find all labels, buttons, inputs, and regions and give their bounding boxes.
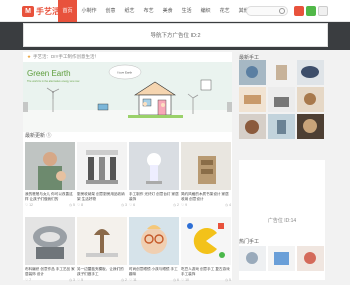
post-meta: ♡ 8 ◷ 3 (77, 203, 127, 207)
sidebar-thumbnail[interactable] (297, 114, 324, 139)
post-card[interactable]: 时尚创意眼镜 小孩与眼镜 手工趣味 ♡ 11 ◷ 6 (129, 217, 179, 285)
post-card[interactable]: 厨房收纳架 创意厨房用品收纳架 生活好物 ♡ 8 ◷ 3 (77, 142, 127, 210)
sidebar-thumbnail[interactable] (239, 60, 266, 85)
post-time: ◷ 3 (121, 203, 127, 207)
banner-illustration: Green Earth The world is in the alternat… (23, 62, 232, 132)
post-meta: ♡ 10 ◷ 5 (181, 278, 231, 282)
sidebar-thumbnail[interactable] (297, 246, 324, 271)
nav-home[interactable]: 首页 (58, 0, 78, 22)
search-input[interactable] (246, 6, 288, 16)
post-likes: ♡ 6 (129, 203, 136, 207)
post-time: ◷ 5 (69, 203, 75, 207)
banner-prev-button[interactable] (23, 102, 28, 112)
post-title[interactable]: 简约风格的木质书架设计 家居收纳 创意设计 (181, 192, 231, 201)
nav-item[interactable]: 花艺 (215, 0, 234, 22)
banner-slider[interactable]: Green Earth The world is in the alternat… (23, 62, 232, 132)
post-time: ◷ 3 (69, 278, 75, 282)
sidebar-thumbnail[interactable] (297, 87, 324, 112)
search-icon[interactable] (279, 8, 285, 14)
post-meta: ♡ 9 ◷ 4 (181, 203, 231, 207)
post-card[interactable]: 吃豆人游戏 创意手工 复古游戏 手工装饰 ♡ 10 ◷ 5 (181, 217, 231, 285)
post-title[interactable]: 另一边蘑菇夹模板，让我们的孩子们做手工 (77, 267, 127, 276)
sidebar-thumbnail[interactable] (239, 87, 266, 112)
nav-item[interactable]: 纸艺 (120, 0, 139, 22)
sidebar-thumbnail[interactable] (268, 246, 295, 271)
post-title[interactable]: 我的爸爸与女儿 你可以改善这样 让孩子们做我们的 (25, 192, 75, 201)
star-icon: ★ (27, 54, 32, 59)
post-time: ◷ 6 (173, 278, 179, 282)
header-ad-text: 导航下方广告位 ID:2 (150, 33, 201, 39)
wechat-icon[interactable] (306, 6, 316, 16)
post-thumbnail (181, 217, 231, 265)
notice-text: 手艺活：DIY手工制作创意生活！ (33, 54, 100, 59)
post-time: ◷ 2 (121, 278, 127, 282)
sidebar-thumbnail[interactable] (239, 114, 266, 139)
sidebar-title-bottom: 热门手工 (239, 239, 260, 245)
main-nav: 首页 小制作 创意 纸艺 布艺 美食 生活 编织 花艺 其他 (58, 0, 253, 22)
cloud-text: I love Earth (117, 71, 133, 75)
nav-item[interactable]: 布艺 (139, 0, 158, 22)
post-title[interactable]: 厨房收纳架 创意厨房用品收纳架 生活好物 (77, 192, 127, 201)
post-card[interactable]: 手工制作 光纤灯 创意台灯 家居装饰 ♡ 6 ◷ 2 (129, 142, 179, 210)
post-meta: ♡ 7 ◷ 3 (25, 278, 75, 282)
post-thumbnail (181, 142, 231, 190)
post-thumbnail (25, 142, 75, 190)
post-likes: ♡ 11 (129, 278, 137, 282)
post-likes: ♡ 9 (181, 203, 188, 207)
post-thumbnail (77, 142, 127, 190)
post-likes: ♡ 12 (25, 203, 34, 207)
post-card[interactable]: 我的爸爸与女儿 你可以改善这样 让孩子们做我们的 ♡ 12 ◷ 5 (25, 142, 75, 210)
sidebar-thumbnail[interactable] (268, 87, 295, 112)
post-card[interactable]: 布料编织 创意作品 手工艺品 家居装饰 设计 ♡ 7 ◷ 3 (25, 217, 75, 285)
post-thumbnail (129, 142, 179, 190)
post-meta: ♡ 11 ◷ 6 (129, 278, 179, 282)
site-logo[interactable]: M 手艺活 (22, 5, 60, 17)
sidebar-ad-text: 广告位 ID:14 (267, 217, 297, 224)
notice-bar: ★ 手艺活：DIY手工制作创意生活！ (23, 52, 232, 62)
post-thumbnail (77, 217, 127, 265)
sidebar: 最新手工 广告位 ID:14 热门手工 (236, 52, 328, 280)
nav-item[interactable]: 创意 (101, 0, 120, 22)
weibo-icon[interactable] (294, 6, 304, 16)
section-title-latest: 最新更新 ① (25, 133, 52, 139)
main-content: ★ 手艺活：DIY手工制作创意生活！ Green Earth The world… (23, 52, 232, 282)
banner-next-button[interactable] (227, 102, 232, 112)
nav-item[interactable]: 美食 (158, 0, 177, 22)
post-thumbnail (129, 217, 179, 265)
post-title[interactable]: 布料编织 创意作品 手工艺品 家居装饰 设计 (25, 267, 75, 276)
qq-icon[interactable] (318, 6, 328, 16)
post-card[interactable]: 简约风格的木质书架设计 家居收纳 创意设计 ♡ 9 ◷ 4 (181, 142, 231, 210)
sidebar-thumbnail[interactable] (239, 246, 266, 271)
top-navbar: M 手艺活 首页 小制作 创意 纸艺 布艺 美食 生活 编织 花艺 其他 (0, 0, 350, 22)
sidebar-thumbnail[interactable] (268, 60, 295, 85)
post-title[interactable]: 吃豆人游戏 创意手工 复古游戏 手工装饰 (181, 267, 231, 276)
logo-badge: M (22, 5, 34, 17)
sidebar-thumbnail[interactable] (268, 114, 295, 139)
banner-subtitle: The world is in the alternative energy e… (27, 79, 79, 83)
post-likes: ♡ 5 (77, 278, 84, 282)
post-title[interactable]: 时尚创意眼镜 小孩与眼镜 手工趣味 (129, 267, 179, 276)
sidebar-thumbnail[interactable] (297, 60, 324, 85)
nav-item[interactable]: 小制作 (77, 0, 101, 22)
post-thumbnail (25, 217, 75, 265)
post-time: ◷ 5 (225, 278, 231, 282)
nav-item[interactable]: 生活 (177, 0, 196, 22)
post-meta: ♡ 6 ◷ 2 (129, 203, 179, 207)
nav-item[interactable]: 编织 (196, 0, 215, 22)
logo-text: 手艺活 (36, 6, 60, 16)
post-meta: ♡ 12 ◷ 5 (25, 203, 75, 207)
post-meta: ♡ 5 ◷ 2 (77, 278, 127, 282)
post-likes: ♡ 8 (77, 203, 84, 207)
post-likes: ♡ 10 (181, 278, 190, 282)
banner-title: Green Earth (27, 69, 71, 78)
post-time: ◷ 4 (225, 203, 231, 207)
post-likes: ♡ 7 (25, 278, 32, 282)
header-ad[interactable]: 导航下方广告位 ID:2 (23, 23, 328, 47)
post-card[interactable]: 另一边蘑菇夹模板，让我们的孩子们做手工 ♡ 5 ◷ 2 (77, 217, 127, 285)
post-title[interactable]: 手工制作 光纤灯 创意台灯 家居装饰 (129, 192, 179, 201)
post-time: ◷ 2 (173, 203, 179, 207)
